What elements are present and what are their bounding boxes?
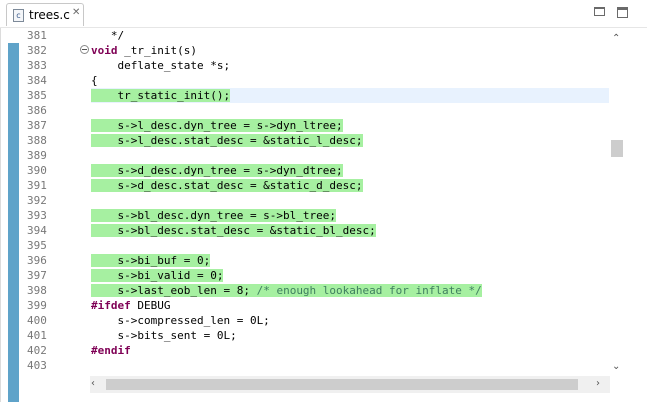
- line-number: 383: [27, 59, 47, 72]
- changed-code-text: s->bi_buf = 0;: [91, 254, 211, 267]
- code-line: s->compressed_len = 0L;: [91, 313, 270, 328]
- line-number: 390: [27, 164, 47, 177]
- line-number: 397: [27, 269, 47, 282]
- line-number: 382: [27, 44, 47, 57]
- changed-code-text: s->d_desc.dyn_tree = s->dyn_dtree;: [91, 164, 343, 177]
- code-line: s->d_desc.dyn_tree = s->dyn_dtree;: [91, 163, 343, 178]
- code-line: s->l_desc.dyn_tree = s->dyn_ltree;: [91, 118, 343, 133]
- code-line: tr_static_init();: [91, 88, 231, 103]
- scroll-up-arrow-icon[interactable]: ⌃: [612, 33, 620, 44]
- line-number: 394: [27, 224, 47, 237]
- code-text: */: [91, 29, 125, 42]
- vertical-scroll-thumb[interactable]: [611, 140, 623, 157]
- line-number: 403: [27, 359, 47, 372]
- code-line: s->bl_desc.stat_desc = &static_bl_desc;: [91, 223, 376, 238]
- line-number: 402: [27, 344, 47, 357]
- code-area[interactable]: */void _tr_init(s) deflate_state *s;{ tr…: [91, 28, 612, 378]
- line-number: 399: [27, 299, 47, 312]
- code-line: void _tr_init(s): [91, 43, 197, 58]
- tab-trees-c[interactable]: c trees.c ✕: [6, 3, 84, 26]
- changed-code-text: s->d_desc.stat_desc = &static_d_desc;: [91, 179, 363, 192]
- code-text: DEBUG: [130, 299, 171, 312]
- line-number: 384: [27, 74, 47, 87]
- code-line: {: [91, 73, 98, 88]
- line-number: 401: [27, 329, 47, 342]
- line-number: 386: [27, 104, 47, 117]
- line-number: 392: [27, 194, 47, 207]
- code-text: _tr_init(s): [117, 44, 197, 57]
- editor-tab-bar: c trees.c ✕: [0, 0, 647, 28]
- line-number: 387: [27, 119, 47, 132]
- code-keyword: void: [91, 44, 118, 57]
- changed-code-text: s->last_eob_len = 8; /* enough lookahead…: [91, 284, 482, 297]
- code-line: */: [91, 28, 124, 43]
- close-icon[interactable]: ✕: [72, 7, 80, 18]
- c-source-file-icon: c: [13, 9, 24, 22]
- minimize-icon[interactable]: [594, 7, 605, 16]
- code-line: deflate_state *s;: [91, 58, 230, 73]
- vertical-scrollbar[interactable]: ⌃ ⌄: [609, 28, 625, 374]
- line-number: 389: [27, 149, 47, 162]
- line-number: 398: [27, 284, 47, 297]
- code-line: #ifdef DEBUG: [91, 298, 171, 313]
- code-line: #endif: [91, 343, 131, 358]
- code-editor[interactable]: 381 382 383 384 385 386 387 388 389 390 391 392 393 3…: [0, 28, 647, 402]
- line-number: 395: [27, 239, 47, 252]
- line-number: 385: [27, 89, 47, 102]
- code-text: {: [91, 74, 98, 87]
- code-line: s->bi_valid = 0;: [91, 268, 224, 283]
- line-number: 400: [27, 314, 47, 327]
- code-line: s->d_desc.stat_desc = &static_d_desc;: [91, 178, 363, 193]
- quick-diff-ruler: [8, 43, 19, 402]
- line-number: 396: [27, 254, 47, 267]
- changed-code-text: s->l_desc.dyn_tree = s->dyn_ltree;: [91, 119, 343, 132]
- scroll-left-arrow-icon[interactable]: ‹: [91, 378, 95, 389]
- scroll-right-arrow-icon[interactable]: ›: [596, 378, 600, 389]
- code-line: s->bi_buf = 0;: [91, 253, 211, 268]
- tab-label: trees.c: [29, 8, 70, 22]
- changed-code-text: s->l_desc.stat_desc = &static_l_desc;: [91, 134, 363, 147]
- line-number: 391: [27, 179, 47, 192]
- collapse-icon[interactable]: [80, 45, 89, 54]
- code-line: s->bits_sent = 0L;: [91, 328, 237, 343]
- horizontal-scrollbar[interactable]: ‹ ›: [90, 376, 610, 393]
- overview-ruler: [627, 28, 647, 402]
- code-line: s->last_eob_len = 8; /* enough lookahead…: [91, 283, 482, 298]
- line-number: 393: [27, 209, 47, 222]
- changed-code-text: s->bl_desc.dyn_tree = s->bl_tree;: [91, 209, 337, 222]
- changed-code-text: s->bi_valid = 0;: [91, 269, 224, 282]
- line-number: 381: [27, 29, 47, 42]
- code-line: s->l_desc.stat_desc = &static_l_desc;: [91, 133, 363, 148]
- code-line: s->bl_desc.dyn_tree = s->bl_tree;: [91, 208, 337, 223]
- code-text: s->bits_sent = 0L;: [91, 329, 237, 342]
- changed-code-text: tr_static_init();: [91, 89, 231, 102]
- code-comment: /* enough lookahead for inflate */: [256, 284, 482, 297]
- code-keyword: #endif: [91, 344, 131, 357]
- code-text: deflate_state *s;: [91, 59, 231, 72]
- line-number-gutter: 381 382 383 384 385 386 387 388 389 390 391 392 393 3…: [21, 28, 83, 402]
- code-keyword: #ifdef: [91, 299, 131, 312]
- line-number: 388: [27, 134, 47, 147]
- maximize-icon[interactable]: [617, 7, 628, 18]
- scroll-down-arrow-icon[interactable]: ⌄: [612, 361, 620, 372]
- code-text: s->last_eob_len = 8;: [91, 284, 257, 297]
- horizontal-scroll-thumb[interactable]: [106, 379, 578, 390]
- changed-code-text: s->bl_desc.stat_desc = &static_bl_desc;: [91, 224, 376, 237]
- code-text: s->compressed_len = 0L;: [91, 314, 270, 327]
